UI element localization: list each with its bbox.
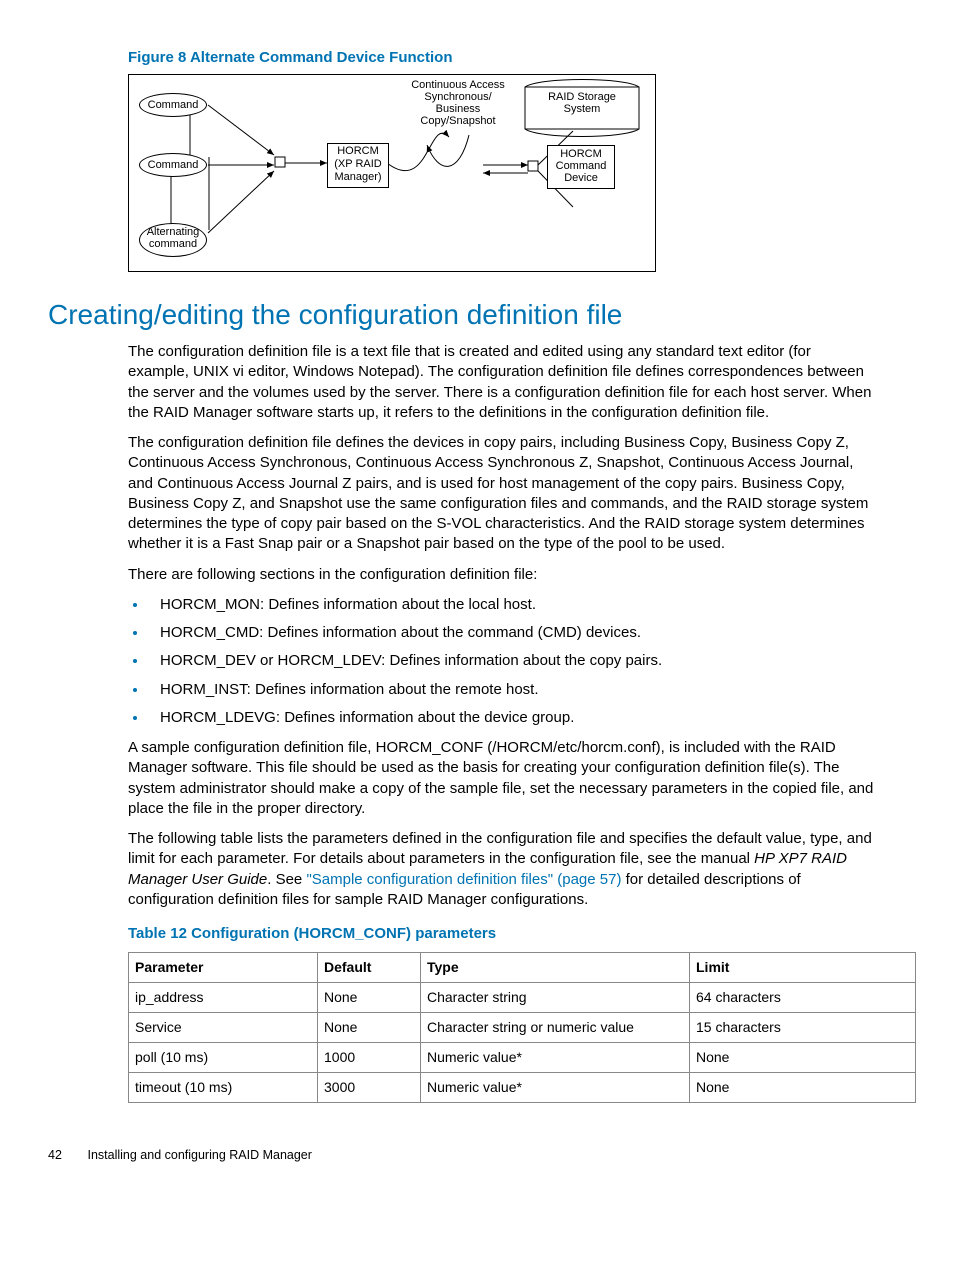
- td: None: [690, 1042, 916, 1072]
- figure-node-command-1: Command: [139, 93, 207, 117]
- td: 3000: [318, 1072, 421, 1102]
- config-parameters-table: Parameter Default Type Limit ip_address …: [128, 952, 916, 1102]
- td: Character string or numeric value: [421, 1013, 690, 1043]
- th-parameter: Parameter: [129, 953, 318, 983]
- paragraph-1: The configuration definition file is a t…: [128, 342, 874, 423]
- td: Numeric value*: [421, 1072, 690, 1102]
- th-default: Default: [318, 953, 421, 983]
- sections-list: HORCM_MON: Defines information about the…: [128, 595, 874, 728]
- td: Character string: [421, 983, 690, 1013]
- figure-label-ca: Continuous Access Synchronous/ Business …: [401, 79, 515, 127]
- body-content: The configuration definition file is a t…: [128, 342, 874, 910]
- table-row: Service None Character string or numeric…: [129, 1013, 916, 1043]
- list-item: HORM_INST: Defines information about the…: [148, 680, 874, 700]
- td: None: [318, 1013, 421, 1043]
- th-limit: Limit: [690, 953, 916, 983]
- table-row: poll (10 ms) 1000 Numeric value* None: [129, 1042, 916, 1072]
- paragraph-5: The following table lists the parameters…: [128, 829, 874, 910]
- td: timeout (10 ms): [129, 1072, 318, 1102]
- td: 1000: [318, 1042, 421, 1072]
- td: None: [318, 983, 421, 1013]
- td: poll (10 ms): [129, 1042, 318, 1072]
- td: 15 characters: [690, 1013, 916, 1043]
- paragraph-4: A sample configuration definition file, …: [128, 738, 874, 819]
- list-item: HORCM_MON: Defines information about the…: [148, 595, 874, 615]
- table-row: ip_address None Character string 64 char…: [129, 983, 916, 1013]
- table-caption: Table 12 Configuration (HORCM_CONF) para…: [128, 924, 898, 944]
- td: Numeric value*: [421, 1042, 690, 1072]
- th-type: Type: [421, 953, 690, 983]
- para5-see: . See: [267, 871, 306, 888]
- td: 64 characters: [690, 983, 916, 1013]
- cross-reference-link[interactable]: "Sample configuration definition files" …: [306, 871, 621, 888]
- table-row: timeout (10 ms) 3000 Numeric value* None: [129, 1072, 916, 1102]
- list-item: HORCM_LDEVG: Defines information about t…: [148, 708, 874, 728]
- figure-node-horcm-device: HORCM Command Device: [547, 145, 615, 189]
- figure-node-alternating: Alternating command: [139, 223, 207, 257]
- figure-node-horcm: HORCM (XP RAID Manager): [327, 143, 389, 188]
- list-item: HORCM_CMD: Defines information about the…: [148, 623, 874, 643]
- list-item: HORCM_DEV or HORCM_LDEV: Defines informa…: [148, 651, 874, 671]
- paragraph-2: The configuration definition file define…: [128, 433, 874, 555]
- footer-title: Installing and configuring RAID Manager: [87, 1148, 311, 1162]
- figure-caption: Figure 8 Alternate Command Device Functi…: [128, 48, 898, 68]
- figure-8-diagram: Command Command Alternating command HORC…: [128, 74, 656, 272]
- section-heading: Creating/editing the configuration defin…: [48, 296, 898, 334]
- page-footer: 42 Installing and configuring RAID Manag…: [48, 1147, 898, 1164]
- page-number: 42: [48, 1147, 84, 1164]
- table-header-row: Parameter Default Type Limit: [129, 953, 916, 983]
- figure-node-command-2: Command: [139, 153, 207, 177]
- paragraph-3: There are following sections in the conf…: [128, 565, 874, 585]
- figure-label-raid: RAID Storage System: [529, 91, 635, 115]
- td: Service: [129, 1013, 318, 1043]
- td: ip_address: [129, 983, 318, 1013]
- td: None: [690, 1072, 916, 1102]
